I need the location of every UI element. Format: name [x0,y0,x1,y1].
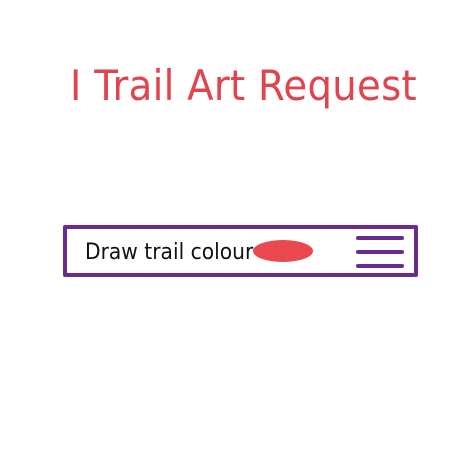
menu-bar-bottom [356,264,404,268]
page-title: I Trail Art Request [70,61,417,110]
menu-bar-top [356,236,404,240]
trail-colour-row: Draw trail colour [63,225,418,277]
trail-colour-swatch[interactable] [253,240,313,262]
trail-colour-label: Draw trail colour [85,240,254,265]
menu-bar-middle [356,250,404,254]
menu-button[interactable] [352,232,408,270]
